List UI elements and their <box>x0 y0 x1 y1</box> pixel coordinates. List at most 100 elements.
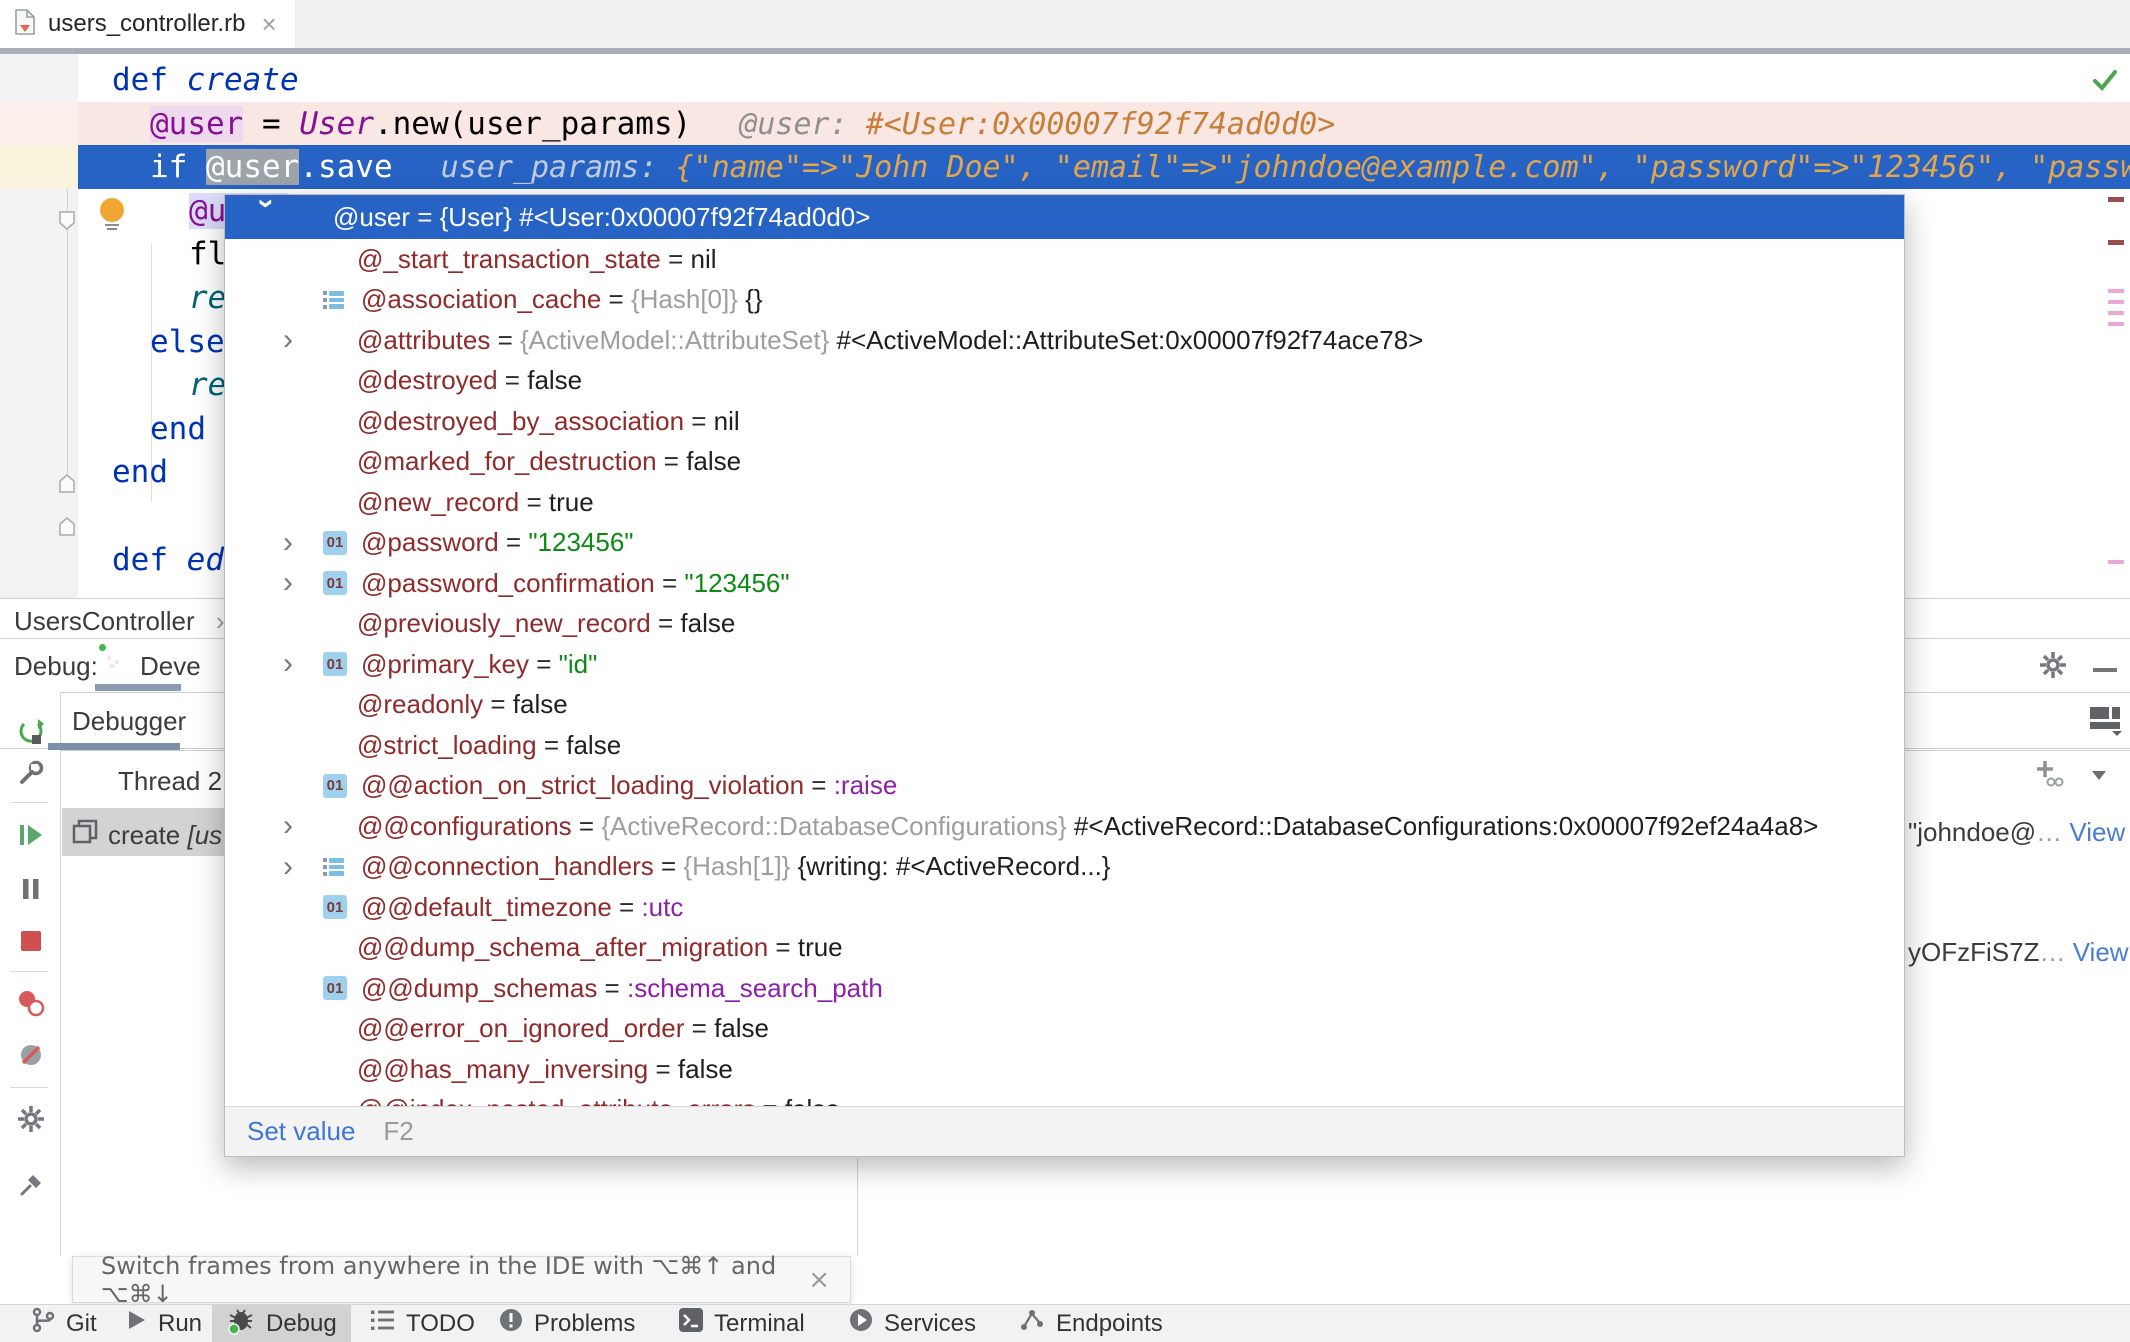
mutebp-icon <box>18 1042 44 1073</box>
variable-value: false <box>566 730 621 761</box>
statusbar-item-todo[interactable]: TODO <box>356 1305 489 1342</box>
statusbar-item-git[interactable]: Git <box>16 1305 111 1342</box>
inspections-ok-icon[interactable] <box>2090 66 2120 99</box>
runplay-icon <box>124 1308 148 1339</box>
variable-row[interactable]: @association_cache = {Hash[0]} {} <box>225 280 1904 321</box>
chevron-right-icon[interactable]: › <box>283 566 323 600</box>
variable-value: "id" <box>559 649 598 680</box>
variable-value: true <box>798 932 843 963</box>
pin-button[interactable] <box>14 1170 48 1204</box>
debug-session-label: Debug: <box>14 651 98 682</box>
variable-row[interactable]: @@dump_schema_after_migration = true <box>225 928 1904 969</box>
pause-button[interactable] <box>14 874 48 908</box>
variable-row[interactable]: @strict_loading = false <box>225 725 1904 766</box>
popup-header-row[interactable]: › @user = {User} #<User:0x00007f92f74ad0… <box>225 195 1904 239</box>
hide-panel-icon[interactable] <box>2092 661 2118 679</box>
set-value-button[interactable]: Set value <box>247 1116 355 1147</box>
code-token: end <box>150 411 206 447</box>
variable-row[interactable]: 01@@dump_schemas = :schema_search_path <box>225 968 1904 1009</box>
variable-row[interactable]: @destroyed = false <box>225 361 1904 402</box>
variable-row[interactable]: 01@@default_timezone = :utc <box>225 887 1904 928</box>
debugger-tab-underline <box>48 743 180 750</box>
code-line[interactable]: end <box>150 407 206 451</box>
variable-row[interactable]: ›01@primary_key = "id" <box>225 644 1904 685</box>
code-token: if <box>150 149 206 185</box>
layout-settings-icon[interactable] <box>2088 704 2122 741</box>
gear-button[interactable] <box>14 1104 48 1138</box>
variable-row[interactable]: ›@@connection_handlers = {Hash[1]} {writ… <box>225 847 1904 888</box>
view-link[interactable]: View <box>2069 817 2125 847</box>
dropdown-arrow-icon[interactable] <box>2090 768 2108 786</box>
variable-row[interactable]: @new_record = true <box>225 482 1904 523</box>
code-line[interactable]: end <box>112 450 168 494</box>
close-icon[interactable]: × <box>808 1265 830 1295</box>
chevron-right-icon[interactable]: › <box>283 809 323 843</box>
statusbar-item-services[interactable]: Services <box>834 1305 990 1342</box>
stripe-mark[interactable] <box>2108 322 2124 326</box>
resume-button[interactable] <box>14 820 48 854</box>
resume-icon <box>18 823 44 852</box>
code-line[interactable]: @user = User.new(user_params)@user: #<Us… <box>150 102 1335 146</box>
stripe-mark[interactable] <box>2108 311 2124 315</box>
tab-users-controller[interactable]: users_controller.rb × <box>0 0 295 48</box>
tab-close-icon[interactable]: × <box>261 11 276 37</box>
primitive-value-icon: 01 <box>323 571 347 595</box>
code-line[interactable]: def create <box>112 58 299 102</box>
code-token: else <box>150 324 225 360</box>
variable-row[interactable]: ›01@password = "123456" <box>225 523 1904 564</box>
variable-row[interactable]: @@has_many_inversing = false <box>225 1049 1904 1090</box>
frames-icon <box>72 819 98 850</box>
fold-marker-icon[interactable] <box>58 472 76 499</box>
stripe-mark[interactable] <box>2108 240 2124 245</box>
wrench-button[interactable] <box>14 758 48 792</box>
stripe-mark[interactable] <box>2108 560 2124 564</box>
run-config-name[interactable]: Deve <box>140 651 201 682</box>
frame-label[interactable]: create [us <box>108 820 222 851</box>
statusbar-item-terminal[interactable]: Terminal <box>664 1305 819 1342</box>
code-line[interactable]: if @user.saveuser_params: {"name"=>"John… <box>150 145 2130 189</box>
fold-marker-icon[interactable] <box>58 515 76 542</box>
statusbar-item-problems[interactable]: Problems <box>484 1305 649 1342</box>
variable-row[interactable]: ›01@password_confirmation = "123456" <box>225 563 1904 604</box>
statusbar-item-run[interactable]: Run <box>110 1305 216 1342</box>
variable-value: :utc <box>641 892 683 923</box>
variable-row[interactable]: @@error_on_ignored_order = false <box>225 1009 1904 1050</box>
variable-row[interactable]: @previously_new_record = false <box>225 604 1904 645</box>
variable-row[interactable]: @readonly = false <box>225 685 1904 726</box>
statusbar-item-endpoints[interactable]: Endpoints <box>1004 1305 1177 1342</box>
toolwindow-tab-userscontroller[interactable]: UsersController › <box>14 606 225 637</box>
chevron-right-icon[interactable]: › <box>283 850 323 884</box>
stripe-mark[interactable] <box>2108 300 2124 304</box>
variable-row[interactable]: ›@@configurations = {ActiveRecord::Datab… <box>225 806 1904 847</box>
rerun-button[interactable] <box>14 718 48 752</box>
variable-row[interactable]: @_start_transaction_state = nil <box>225 239 1904 280</box>
variable-name: @primary_key <box>361 649 529 680</box>
stripe-mark[interactable] <box>2108 289 2124 293</box>
chevron-down-icon[interactable]: › <box>250 199 284 236</box>
fold-marker-icon[interactable] <box>58 210 76 237</box>
variable-row[interactable]: @destroyed_by_association = nil <box>225 401 1904 442</box>
statusbar-item-debug[interactable]: Debug <box>212 1305 351 1342</box>
variable-row[interactable]: 01@@action_on_strict_loading_violation =… <box>225 766 1904 807</box>
chevron-right-icon[interactable]: › <box>283 647 323 681</box>
tab-debugger[interactable]: Debugger <box>72 706 186 737</box>
stripe-mark[interactable] <box>2108 197 2124 202</box>
code-token: end <box>112 454 168 490</box>
code-line[interactable]: else <box>150 320 225 364</box>
view-link[interactable]: View <box>2073 937 2129 967</box>
mutebp-button[interactable] <box>14 1040 48 1074</box>
add-watch-icon[interactable] <box>2034 758 2064 793</box>
thread-item[interactable]: Thread 2 <box>118 766 222 797</box>
equals-sign: = <box>655 568 685 599</box>
stop-button[interactable] <box>14 926 48 960</box>
variable-value: true <box>549 487 594 518</box>
endpoints-icon <box>1018 1307 1046 1340</box>
chevron-right-icon[interactable]: › <box>283 526 323 560</box>
chevron-right-icon[interactable]: › <box>283 323 323 357</box>
variable-row[interactable]: ›@attributes = {ActiveModel::AttributeSe… <box>225 320 1904 361</box>
variable-row[interactable]: @marked_for_destruction = false <box>225 442 1904 483</box>
intention-bulb-icon[interactable] <box>100 198 124 230</box>
viewbp-button[interactable] <box>14 988 48 1022</box>
ddown-icon <box>2090 768 2108 785</box>
settings-gear-icon[interactable] <box>2038 650 2068 685</box>
